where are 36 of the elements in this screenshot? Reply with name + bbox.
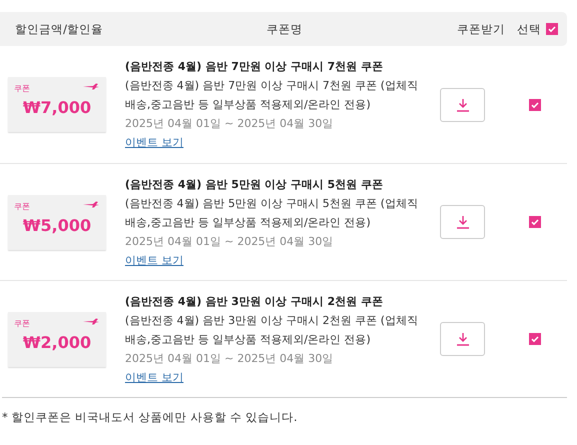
coupon-description: (음반전종 4월) 음반 3만원 이상 구매시 2천원 쿠폰 (업체직배송,중고음반 등 일부상품 적용제외/온라인 전용) [125, 312, 419, 348]
column-header: 쿠폰명 [266, 22, 304, 36]
download-icon [456, 332, 470, 346]
checkbox[interactable] [529, 333, 541, 345]
coupon-period: 2025년 04월 01일 ~ 2025년 04월 30일 [125, 350, 334, 366]
download-button[interactable] [440, 88, 485, 122]
note-text: * 할인쿠폰은 비국내도서 상품에만 사용할 수 있습니다. [2, 397, 567, 425]
column-header: 선택 [517, 22, 541, 36]
download-icon [456, 215, 470, 229]
event-link[interactable]: 이벤트 보기 [125, 254, 184, 266]
column-header: 할인금액/할인율 [14, 22, 104, 36]
airplane-icon [83, 318, 100, 324]
discount-amount: ₩5,000 [22, 216, 92, 234]
event-link[interactable]: 이벤트 보기 [125, 136, 184, 149]
download-button[interactable] [440, 205, 485, 239]
airplane-icon [83, 200, 100, 208]
coupon-title: (음반전종 4월) 음반 3만원 이상 구매시 2천원 쿠폰 [125, 294, 384, 310]
coupon-label: 쿠폰 [14, 83, 30, 94]
checkbox[interactable] [546, 23, 558, 35]
coupon-label: 쿠폰 [14, 318, 30, 328]
discount-amount: ₩2,000 [22, 332, 92, 352]
coupon-label: 쿠폰 [14, 200, 30, 212]
column-header: 쿠폰받기 [456, 22, 506, 36]
coupon-period: 2025년 04월 01일 ~ 2025년 04월 30일 [125, 234, 334, 250]
event-link[interactable]: 이벤트 보기 [125, 370, 184, 384]
coupon-description: (음반전종 4월) 음반 5만원 이상 구매시 5천원 쿠폰 (업체직배송,중고음반 등 일부상품 적용제외/온라인 전용) [125, 196, 419, 230]
coupon-description: (음반전종 4월) 음반 7만원 이상 구매시 7천원 쿠폰 (업체직배송,중고음반 등 일부상품 적용제외/온라인 전용) [125, 78, 419, 113]
checkbox[interactable] [529, 98, 541, 110]
airplane-icon [83, 83, 100, 90]
coupon-title: (음반전종 4월) 음반 7만원 이상 구매시 7천원 쿠폰 [125, 59, 384, 75]
download-button[interactable] [440, 322, 485, 356]
coupon-period: 2025년 04월 01일 ~ 2025년 04월 30일 [125, 116, 334, 132]
discount-amount: ₩7,000 [22, 98, 92, 117]
coupon-title: (음반전종 4월) 음반 5만원 이상 구매시 5천원 쿠폰 [125, 176, 384, 192]
download-icon [456, 98, 470, 112]
checkbox[interactable] [529, 216, 541, 228]
